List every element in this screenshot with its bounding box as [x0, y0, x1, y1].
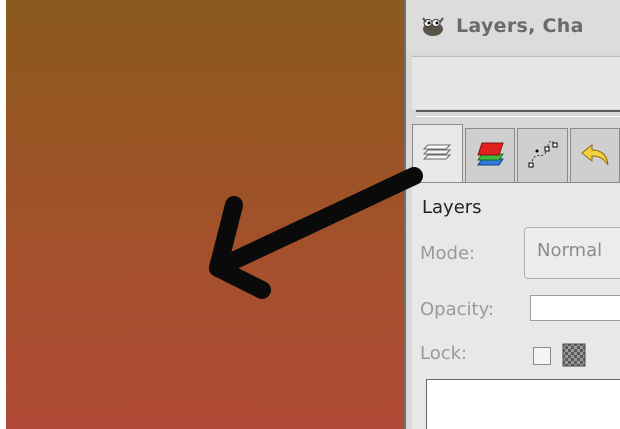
layers-dock-window: Layers, Cha Layers Mode: Normal Opacity:… [404, 0, 620, 429]
undo-icon [578, 137, 612, 175]
tab-channels[interactable] [464, 128, 515, 182]
opacity-label: Opacity: [420, 299, 494, 320]
tab-paths[interactable] [517, 128, 568, 182]
paths-icon [525, 137, 559, 175]
channels-icon [473, 137, 507, 175]
lock-alpha-icon[interactable] [562, 343, 586, 367]
desktop-background [0, 0, 404, 429]
window-title: Layers, Cha [456, 15, 584, 37]
gimp-wilber-icon [420, 13, 446, 39]
mode-dropdown[interactable]: Normal [524, 227, 620, 279]
mode-label: Mode: [420, 243, 476, 264]
panel-title: Layers [422, 197, 482, 218]
opacity-slider[interactable] [530, 295, 620, 321]
layers-icon [420, 135, 454, 173]
lock-label: Lock: [420, 343, 468, 364]
lock-pixels-checkbox[interactable] [533, 347, 551, 365]
window-titlebar[interactable]: Layers, Cha [406, 0, 620, 52]
layer-list[interactable] [426, 379, 620, 429]
layers-panel: Layers Mode: Normal Opacity: Lock: [412, 182, 620, 429]
dock-toolbar-area [412, 56, 620, 109]
tab-undo-history[interactable] [569, 128, 620, 182]
separator [416, 110, 620, 117]
dock-tab-bar [412, 124, 620, 182]
tab-layers[interactable] [412, 124, 463, 182]
desktop-edge [0, 0, 6, 429]
